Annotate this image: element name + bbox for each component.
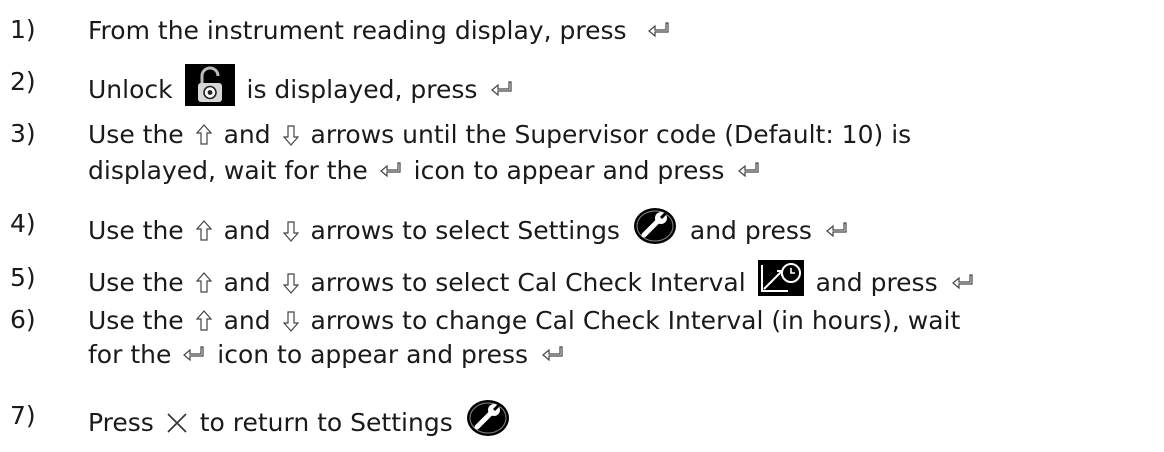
step-text: icon to appear and press	[413, 156, 725, 185]
enter-icon	[738, 161, 760, 181]
step-text: Unlock	[88, 75, 173, 104]
step-text: and	[223, 306, 271, 335]
step-text: icon to appear and press	[217, 340, 529, 369]
step-text: arrows until the Supervisor code (Defaul…	[310, 120, 912, 149]
wrench-settings-icon	[631, 206, 678, 256]
step-text: arrows to select Cal Check Interval	[310, 268, 746, 297]
step-number: 7)	[10, 401, 36, 430]
step-number: 2)	[10, 67, 36, 96]
up-arrow-icon	[195, 310, 212, 332]
down-arrow-icon	[282, 272, 299, 294]
step-text: and	[223, 216, 271, 245]
down-arrow-icon	[282, 220, 299, 242]
step-text: Press	[88, 408, 154, 437]
down-arrow-icon	[282, 310, 299, 332]
enter-icon	[379, 161, 402, 181]
step-number: 1)	[10, 15, 36, 44]
step-text: Use the	[88, 306, 184, 335]
cal-check-interval-icon	[757, 260, 804, 306]
wrench-settings-icon	[464, 398, 511, 448]
x-close-icon	[166, 412, 188, 434]
enter-icon	[183, 345, 205, 365]
step-number: 6)	[10, 305, 36, 334]
unlock-icon	[184, 64, 235, 116]
enter-icon	[951, 273, 974, 293]
down-arrow-icon	[282, 124, 299, 146]
step-text: Use the	[88, 268, 184, 297]
step-text: and	[223, 120, 271, 149]
step-text: Use the	[88, 120, 184, 149]
step-text: arrows to select Settings	[310, 216, 620, 245]
enter-icon	[825, 221, 848, 241]
step-text: and	[223, 268, 271, 297]
step-text: for the	[88, 340, 172, 369]
step-number: 4)	[10, 209, 36, 238]
enter-icon	[648, 21, 670, 41]
up-arrow-icon	[195, 272, 212, 294]
enter-icon	[542, 345, 564, 365]
step-number: 3)	[10, 119, 36, 148]
step-text: arrows to change Cal Check Interval (in …	[310, 306, 961, 335]
step-text: is displayed, press	[246, 75, 478, 104]
step-text: and press	[815, 268, 938, 297]
step-text: and press	[689, 216, 812, 245]
up-arrow-icon	[195, 124, 212, 146]
step-text: From the instrument reading display, pre…	[88, 16, 627, 45]
step-number: 5)	[10, 263, 36, 292]
up-arrow-icon	[195, 220, 212, 242]
step-text: to return to Settings	[199, 408, 453, 437]
enter-icon	[491, 80, 513, 100]
step-text: Use the	[88, 216, 184, 245]
step-text: displayed, wait for the	[88, 156, 368, 185]
